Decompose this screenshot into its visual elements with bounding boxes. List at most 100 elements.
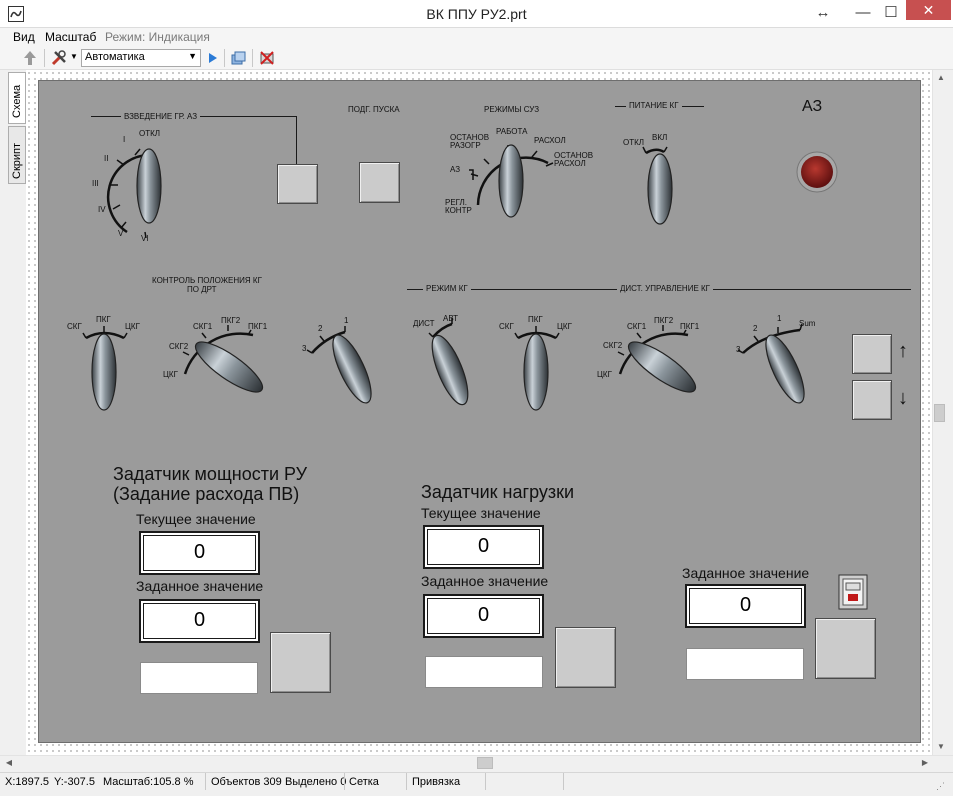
kg-remote-knob-2[interactable] [622, 334, 701, 400]
ru-power-current-label: Текущее значение [136, 511, 256, 527]
status-selected: Выделено 0 [285, 776, 347, 788]
increase-button[interactable] [852, 334, 892, 374]
status-x: X:1897.5 [5, 776, 50, 788]
status-separator [205, 773, 206, 790]
sw3-n3: 3 [302, 344, 307, 353]
ru-power-title-1: Задатчик мощности РУ [113, 464, 308, 484]
start-prep-button[interactable] [359, 162, 400, 203]
scroll-down-icon[interactable]: ▼ [934, 742, 948, 751]
resize-grip-icon[interactable]: ⋰ [936, 781, 945, 792]
scroll-left-icon[interactable]: ◀ [2, 758, 16, 767]
sw6-pkg2: ПКГ2 [654, 316, 674, 325]
az-title: АЗ [802, 98, 823, 115]
sw2-pkg2: ПКГ2 [221, 316, 241, 325]
az-pos-1: I [123, 135, 126, 144]
az-arm-switch[interactable] [106, 148, 162, 239]
setpoint3-set-label: Заданное значение [682, 565, 810, 581]
ru-power-current-display: 0 [139, 531, 260, 575]
ru-power-input[interactable] [140, 662, 258, 694]
status-grid[interactable]: Сетка [349, 776, 379, 788]
kg-remote-knob-3[interactable] [758, 330, 811, 407]
toggle-switch-icon[interactable] [838, 574, 868, 610]
decrease-button[interactable] [852, 380, 892, 420]
az-lamp [801, 156, 833, 188]
sw2-skg2: СКГ2 [169, 342, 189, 351]
sw1-pkg: ПКГ [96, 315, 111, 324]
load-set-display[interactable]: 0 [423, 594, 544, 638]
kg-power-switch[interactable] [642, 146, 673, 225]
az-pos-2: II [104, 154, 109, 163]
sw6-ckg: ЦКГ [597, 370, 612, 379]
az-arm-connector [296, 116, 297, 166]
kg-mode-auto-label: АВТ [443, 314, 459, 323]
kg-mode-switch[interactable] [425, 318, 475, 409]
kg-power-knob[interactable] [647, 153, 673, 225]
kg-remote-knob-1[interactable] [523, 333, 549, 411]
kg-remote-switch-1[interactable] [514, 326, 560, 411]
kg-mode-dist-label: ДИСТ [413, 319, 435, 328]
status-separator [344, 773, 345, 790]
vertical-scroll-thumb[interactable] [934, 404, 945, 422]
kg-control-switch-1[interactable] [82, 326, 128, 411]
kg-control-switch-3[interactable] [306, 326, 379, 408]
az-arm-button[interactable] [277, 164, 318, 204]
load-current-label: Текущее значение [421, 505, 541, 521]
sw6-skg2: СКГ2 [603, 341, 623, 350]
load-apply-button[interactable] [555, 627, 616, 688]
kg-control-knob-1[interactable] [91, 333, 117, 411]
kg-control-switch-2[interactable] [182, 325, 269, 400]
sw5-pkg: ПКГ [528, 315, 543, 324]
horizontal-scroll-thumb[interactable] [477, 757, 493, 769]
suz-modes-title: РЕЖИМЫ СУЗ [484, 105, 540, 114]
scroll-up-icon[interactable]: ▲ [934, 73, 948, 82]
setpoint3-input[interactable] [686, 648, 804, 680]
sw2-pkg1: ПКГ1 [248, 322, 268, 331]
ru-power-set-label: Заданное значение [136, 578, 264, 594]
suz-mode-switch[interactable] [469, 144, 554, 218]
suz-pos-work: РАБОТА [496, 127, 528, 136]
sw7-sum: Sum [799, 319, 816, 328]
kg-remote-switch-3[interactable] [737, 323, 812, 408]
kg-mode-title: РЕЖИМ КГ [423, 284, 471, 293]
status-separator [485, 773, 486, 790]
kg-control-title-2: ПО ДРТ [187, 285, 217, 294]
sw6-skg1: СКГ1 [627, 322, 647, 331]
sw7-n1: 1 [777, 314, 782, 323]
az-arm-knob[interactable] [136, 148, 162, 224]
load-title: Задатчик нагрузки [421, 482, 575, 502]
az-pos-5: V [118, 229, 124, 238]
sw6-pkg1: ПКГ1 [680, 322, 700, 331]
start-prep-title: ПОДГ. ПУСКА [348, 105, 400, 114]
ru-power-set-display[interactable]: 0 [139, 599, 260, 643]
sw3-n1: 1 [344, 316, 349, 325]
kg-remote-title: ДИСТ. УПРАВЛЕНИЕ КГ [617, 284, 714, 293]
suz-pos-reg-2: КОНТР [445, 206, 472, 215]
kg-remote-switch-2[interactable] [617, 325, 702, 400]
suz-mode-knob[interactable] [498, 144, 524, 218]
kg-mode-knob[interactable] [425, 331, 475, 409]
status-separator [563, 773, 564, 790]
az-arm-title: ВЗВЕДЕНИЕ ГР. АЗ [121, 112, 201, 121]
az-pos-3: III [92, 179, 99, 188]
suz-pos-cool: РАСХОЛ [534, 136, 566, 145]
az-pos-off: ОТКЛ [139, 129, 161, 138]
sw5-ckg: ЦКГ [557, 322, 572, 331]
kg-power-off-label: ОТКЛ [623, 138, 645, 147]
status-scale: Масштаб:105.8 % [103, 776, 194, 788]
sw7-n3: 3 [736, 345, 741, 354]
kg-control-knob-3[interactable] [325, 330, 378, 407]
ru-power-apply-button[interactable] [270, 632, 331, 693]
kg-power-on-label: ВКЛ [652, 133, 668, 142]
scroll-right-icon[interactable]: ▶ [918, 758, 932, 767]
setpoint3-apply-button[interactable] [815, 618, 876, 679]
sw2-skg1: СКГ1 [193, 322, 213, 331]
sw2-ckg: ЦКГ [163, 370, 178, 379]
arrow-up-icon: ↑ [898, 340, 908, 362]
setpoint3-set-display[interactable]: 0 [685, 584, 806, 628]
status-snap[interactable]: Привязка [412, 776, 460, 788]
suz-pos-stop-heat-2: РАЗОГР [450, 141, 481, 150]
load-input[interactable] [425, 656, 543, 688]
status-separator [406, 773, 407, 790]
kg-control-knob-2[interactable] [189, 334, 268, 400]
sw5-skg: СКГ [499, 322, 514, 331]
